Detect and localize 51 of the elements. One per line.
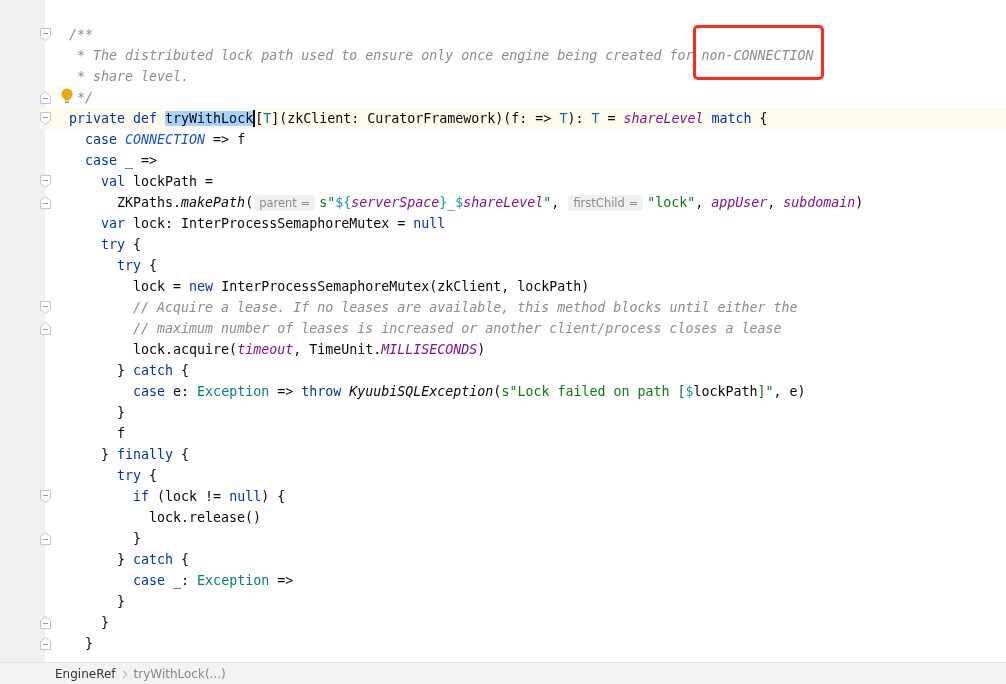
fold-icon[interactable] — [40, 490, 51, 503]
code-text: lock.release() — [148, 510, 262, 525]
code-text: } — [84, 636, 94, 651]
code-text: private def — [69, 111, 159, 126]
fold-icon[interactable] — [40, 532, 51, 545]
fold-icon[interactable] — [40, 175, 51, 188]
fold-icon[interactable] — [40, 91, 51, 104]
fold-icon[interactable] — [40, 616, 51, 629]
fold-icon[interactable] — [40, 301, 51, 314]
parameter-hint: parent = — [254, 194, 316, 211]
lightbulb-icon[interactable] — [61, 88, 73, 104]
code-text: case _: Exception => — [132, 573, 294, 588]
fold-icon[interactable] — [40, 28, 51, 41]
code-text: * share level. — [76, 69, 190, 84]
code-text: /** — [69, 27, 94, 42]
selected-text: tryWithLock — [165, 111, 254, 126]
code-text: "lock", appUser, subdomain) — [647, 195, 864, 210]
code-text: val lockPath = — [100, 174, 214, 189]
parameter-hint: firstChild = — [568, 194, 644, 211]
code-text: * The distributed lock path used to ensure only once engine being created for — [76, 48, 695, 63]
code-text: case CONNECTION => f — [84, 132, 246, 147]
fold-icon[interactable] — [40, 322, 51, 335]
code-text: } — [100, 615, 110, 630]
code-text: } catch { — [116, 363, 190, 378]
code-text: s"${serverSpace}_$shareLevel", — [319, 195, 561, 210]
code-text: ZKPaths.makePath( — [116, 195, 254, 210]
breadcrumb-item[interactable]: EngineRef — [55, 667, 116, 681]
code-text: try { — [116, 258, 158, 273]
code-text: try { — [116, 468, 158, 483]
code-text: } finally { — [100, 447, 190, 462]
code-text: f — [116, 426, 126, 441]
fold-icon[interactable] — [40, 637, 51, 650]
code-text: lock = new InterProcessSemaphoreMutex(zkClient, lockPath) — [132, 279, 590, 294]
code-text: */ — [76, 90, 94, 105]
code-text: non-CONNECTION — [701, 48, 814, 63]
code-text: // maximum number of leases is increased or another client/process closes a lease — [132, 321, 782, 336]
code-text: case _ => — [84, 153, 158, 168]
code-text: var lock: InterProcessSemaphoreMutex = null — [100, 216, 446, 231]
code-text: } catch { — [116, 552, 190, 567]
code-text: [T](zkClient: CuratorFramework)(f: => T): T = shareLevel match { — [255, 111, 768, 126]
code-text: } — [116, 594, 126, 609]
code-text: } — [132, 531, 142, 546]
chevron-icon — [121, 669, 128, 679]
code-text: case e: Exception => throw KyuubiSQLException(s"Lock failed on path [$lockPath]", e) — [132, 384, 806, 399]
fold-icon[interactable] — [40, 112, 51, 125]
code-text: } — [116, 405, 126, 420]
code-text: lock.acquire(timeout, TimeUnit.MILLISECONDS) — [132, 342, 486, 357]
code-text: try { — [100, 237, 142, 252]
code-text: // Acquire a lease. If no leases are available, this method blocks until either the — [132, 300, 798, 315]
code-text: if (lock != null) { — [132, 489, 286, 504]
fold-icon[interactable] — [40, 196, 51, 209]
